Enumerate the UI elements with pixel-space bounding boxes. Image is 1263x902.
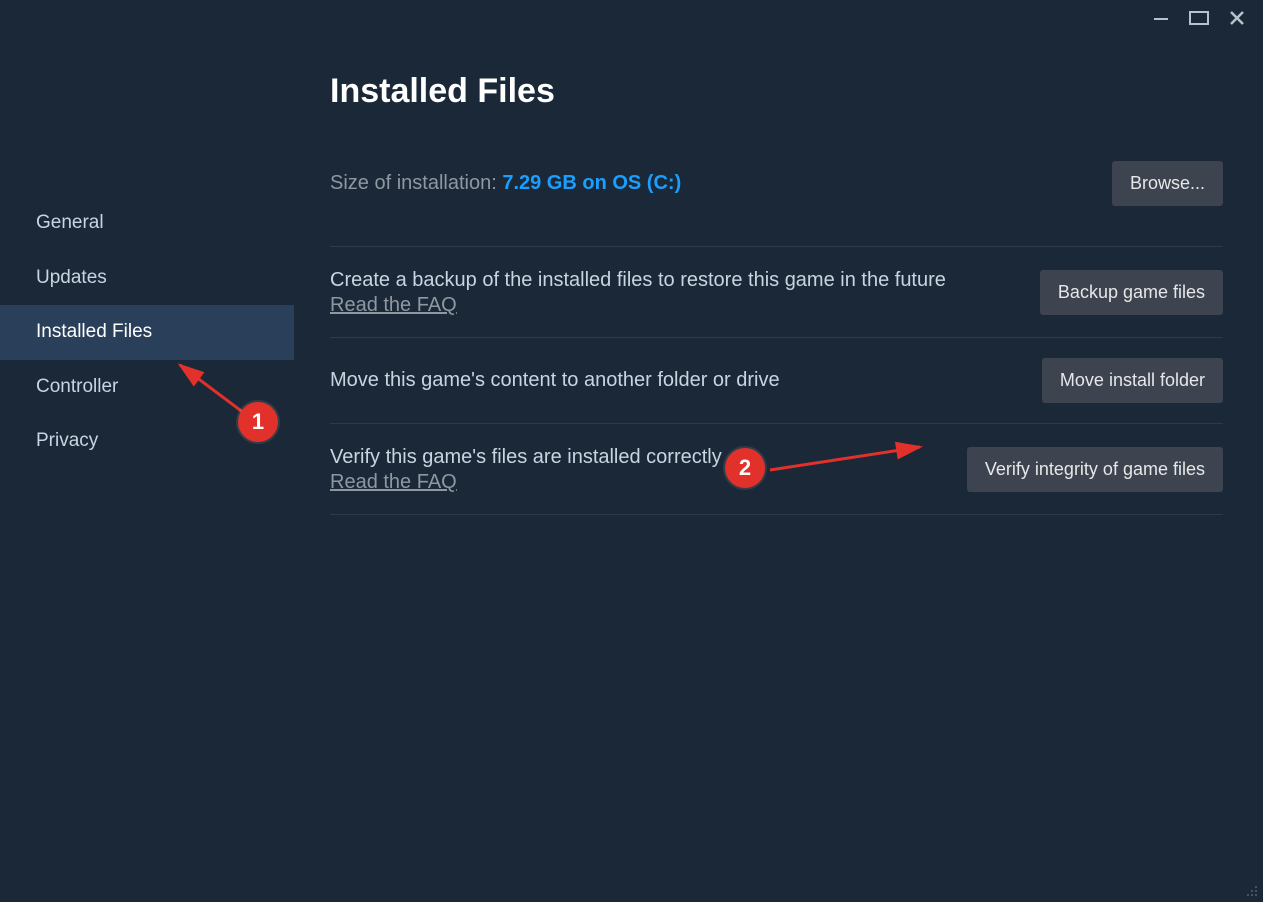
backup-description: Create a backup of the installed files t… [330, 267, 946, 294]
window-body: General Updates Installed Files Controll… [0, 36, 1263, 902]
backup-section: Create a backup of the installed files t… [330, 246, 1223, 337]
backup-game-files-button[interactable]: Backup game files [1040, 270, 1223, 315]
window-titlebar [0, 0, 1263, 36]
minimize-icon [1153, 10, 1169, 26]
sidebar-item-label: Installed Files [36, 321, 152, 342]
verify-integrity-button[interactable]: Verify integrity of game files [967, 447, 1223, 492]
sidebar-item-general[interactable]: General [0, 196, 294, 251]
move-description: Move this game's content to another fold… [330, 367, 780, 394]
browse-button[interactable]: Browse... [1112, 161, 1223, 206]
move-section: Move this game's content to another fold… [330, 337, 1223, 423]
sidebar-item-updates[interactable]: Updates [0, 251, 294, 306]
installation-size-row: Size of installation: 7.29 GB on OS (C:)… [330, 161, 1223, 206]
page-title: Installed Files [330, 72, 1223, 111]
sidebar-item-label: Privacy [36, 430, 98, 451]
sidebar-item-label: Updates [36, 267, 107, 288]
properties-window: General Updates Installed Files Controll… [0, 0, 1263, 902]
verify-faq-link[interactable]: Read the FAQ [330, 471, 457, 493]
size-label: Size of installation: [330, 172, 502, 194]
close-icon [1229, 10, 1245, 26]
sidebar: General Updates Installed Files Controll… [0, 36, 294, 902]
resize-grip[interactable] [1243, 882, 1257, 896]
annotation-badge-1: 1 [238, 402, 278, 442]
sidebar-item-label: General [36, 212, 104, 233]
verify-description: Verify this game's files are installed c… [330, 444, 722, 471]
backup-faq-link[interactable]: Read the FAQ [330, 294, 457, 316]
maximize-button[interactable] [1189, 11, 1209, 25]
maximize-icon [1189, 11, 1209, 25]
verify-section: Verify this game's files are installed c… [330, 423, 1223, 515]
close-button[interactable] [1229, 10, 1245, 26]
size-value: 7.29 GB on OS (C:) [502, 172, 681, 194]
installation-size-text: Size of installation: 7.29 GB on OS (C:) [330, 172, 681, 195]
minimize-button[interactable] [1153, 10, 1169, 26]
annotation-badge-2: 2 [725, 448, 765, 488]
sidebar-item-installed-files[interactable]: Installed Files [0, 305, 294, 360]
content-panel: Installed Files Size of installation: 7.… [294, 36, 1263, 902]
move-install-folder-button[interactable]: Move install folder [1042, 358, 1223, 403]
sidebar-item-label: Controller [36, 376, 118, 397]
